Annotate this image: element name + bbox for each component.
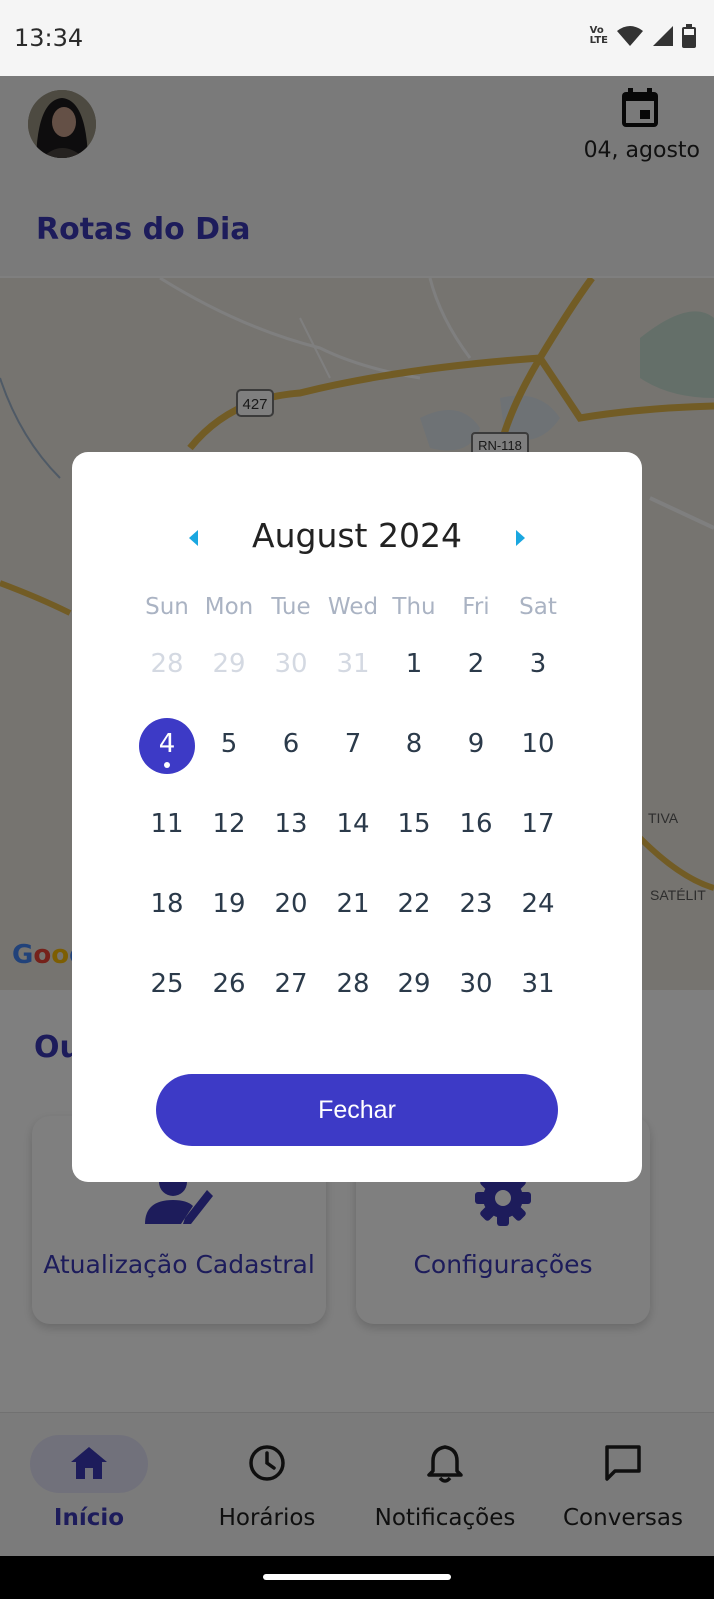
calendar-day[interactable]: 18 (136, 876, 198, 932)
calendar-day[interactable]: 24 (507, 876, 569, 932)
calendar-day[interactable]: 11 (136, 796, 198, 852)
calendar-day[interactable]: 14 (322, 796, 384, 852)
status-time: 13:34 (14, 24, 84, 52)
weekday-label: Thu (392, 594, 436, 620)
calendar-day[interactable]: 27 (260, 956, 322, 1012)
calendar-day[interactable]: 1 (383, 636, 445, 692)
close-button[interactable]: Fechar (156, 1074, 558, 1146)
calendar-day[interactable]: 23 (445, 876, 507, 932)
calendar-day[interactable]: 19 (198, 876, 260, 932)
weekday-label: Mon (204, 594, 254, 620)
month-header: August 2024 (72, 512, 642, 562)
battery-icon (682, 24, 696, 48)
volte-icon: Vo LTE (589, 25, 608, 46)
weekday-label: Fri (462, 594, 490, 620)
calendar-day-outside-month: 28 (150, 649, 184, 679)
calendar-day[interactable]: 26 (198, 956, 260, 1012)
calendar-day[interactable]: 21 (322, 876, 384, 932)
next-month-arrow-icon[interactable] (508, 526, 532, 550)
calendar-day[interactable]: 15 (383, 796, 445, 852)
calendar-day[interactable]: 29 (383, 956, 445, 1012)
weekday-label: Sun (145, 594, 189, 620)
calendar-day-outside-month: 31 (336, 649, 370, 679)
calendar-day-selected[interactable]: 4 (136, 716, 198, 772)
calendar-day[interactable]: 25 (136, 956, 198, 1012)
calendar-day[interactable]: 16 (445, 796, 507, 852)
weekday-label: Tue (271, 594, 311, 620)
home-indicator[interactable] (263, 1574, 451, 1580)
calendar-day[interactable]: 5 (198, 716, 260, 772)
calendar-day[interactable]: 6 (260, 716, 322, 772)
calendar-day[interactable]: 17 (507, 796, 569, 852)
status-bar: 13:34 Vo LTE (0, 0, 714, 76)
signal-icon (653, 26, 673, 46)
calendar-day[interactable]: 12 (198, 796, 260, 852)
month-title: August 2024 (252, 516, 462, 555)
calendar-day[interactable]: 30 (445, 956, 507, 1012)
calendar-day-outside-month: 29 (212, 649, 246, 679)
calendar-day[interactable]: 2 (445, 636, 507, 692)
calendar-day-outside-month: 30 (274, 649, 308, 679)
calendar-day[interactable]: 3 (507, 636, 569, 692)
calendar-day[interactable]: 20 (260, 876, 322, 932)
calendar-day[interactable]: 7 (322, 716, 384, 772)
calendar-day[interactable]: 22 (383, 876, 445, 932)
wifi-icon (617, 26, 643, 46)
weekday-header: Sun Mon Tue Wed Thu Fri Sat (72, 594, 642, 624)
calendar-day[interactable]: 10 (507, 716, 569, 772)
calendar-day[interactable]: 13 (260, 796, 322, 852)
calendar-day[interactable]: 28 (322, 956, 384, 1012)
calendar-day[interactable]: 31 (507, 956, 569, 1012)
calendar-day[interactable]: 8 (383, 716, 445, 772)
weekday-label: Sat (519, 594, 557, 620)
calendar-day[interactable]: 9 (445, 716, 507, 772)
date-picker-dialog: August 2024 Sun Mon Tue Wed Thu Fri Sat 28 29 30… (72, 452, 642, 1182)
system-nav-bar (0, 1556, 714, 1599)
status-icons: Vo LTE (590, 24, 696, 48)
weekday-label: Wed (327, 594, 379, 620)
